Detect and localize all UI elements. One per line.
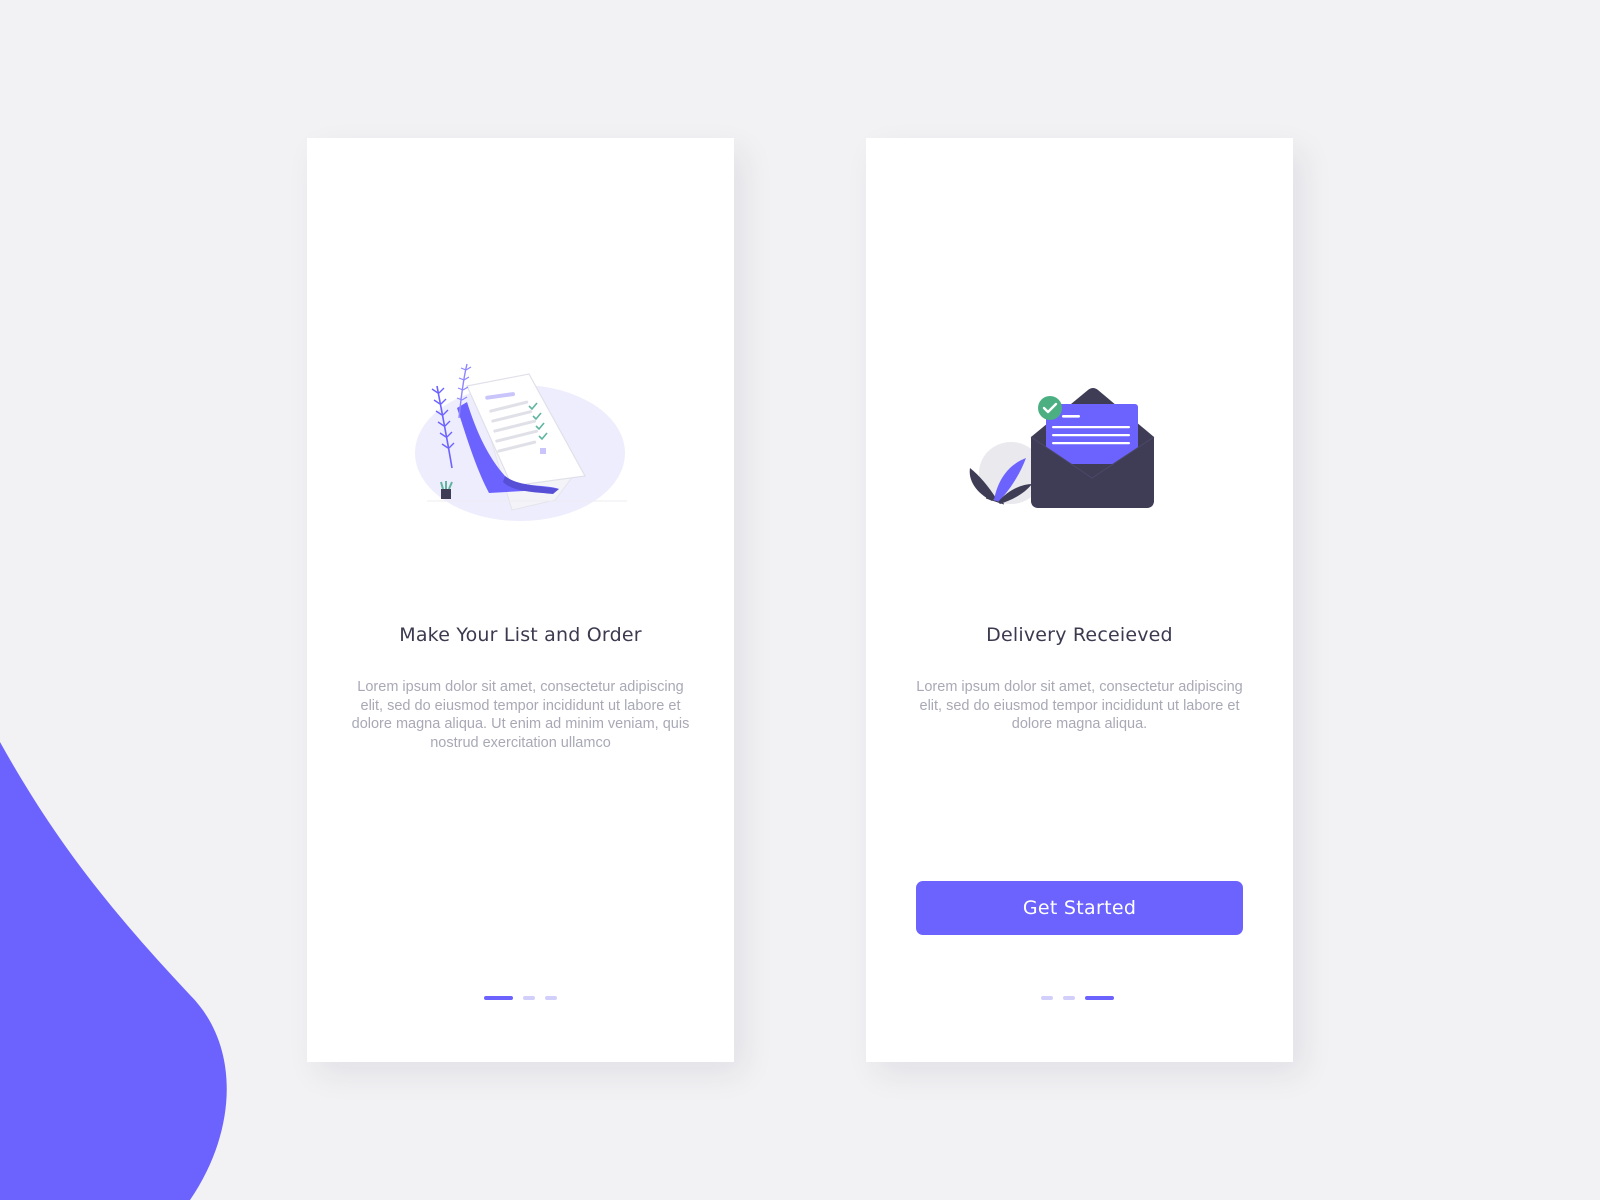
screen-description: Lorem ipsum dolor sit amet, consectetur … — [351, 679, 690, 751]
pager-dot-3[interactable] — [1085, 996, 1114, 1000]
pager-dot-2[interactable] — [523, 996, 535, 1000]
pager-dot-3[interactable] — [545, 996, 557, 1000]
onboarding-screen-2: Delivery Receieved Lorem ipsum dolor sit… — [866, 138, 1293, 1062]
pagination-dots — [484, 996, 557, 1000]
pager-dot-2[interactable] — [1063, 996, 1075, 1000]
pagination-dots — [1041, 996, 1114, 1000]
screen-description: Lorem ipsum dolor sit amet, consectetur … — [916, 679, 1243, 732]
screen-title: Delivery Receieved — [986, 624, 1173, 646]
pager-dot-1[interactable] — [484, 996, 513, 1000]
get-started-button[interactable]: Get Started — [916, 881, 1243, 935]
background-blob — [0, 742, 227, 1200]
onboarding-screen-1: Make Your List and Order Lorem ipsum dol… — [307, 138, 734, 1062]
envelope-check-illustration — [969, 388, 1155, 508]
checklist-document-illustration — [415, 363, 627, 521]
screen-title: Make Your List and Order — [399, 624, 642, 646]
pager-dot-1[interactable] — [1041, 996, 1053, 1000]
